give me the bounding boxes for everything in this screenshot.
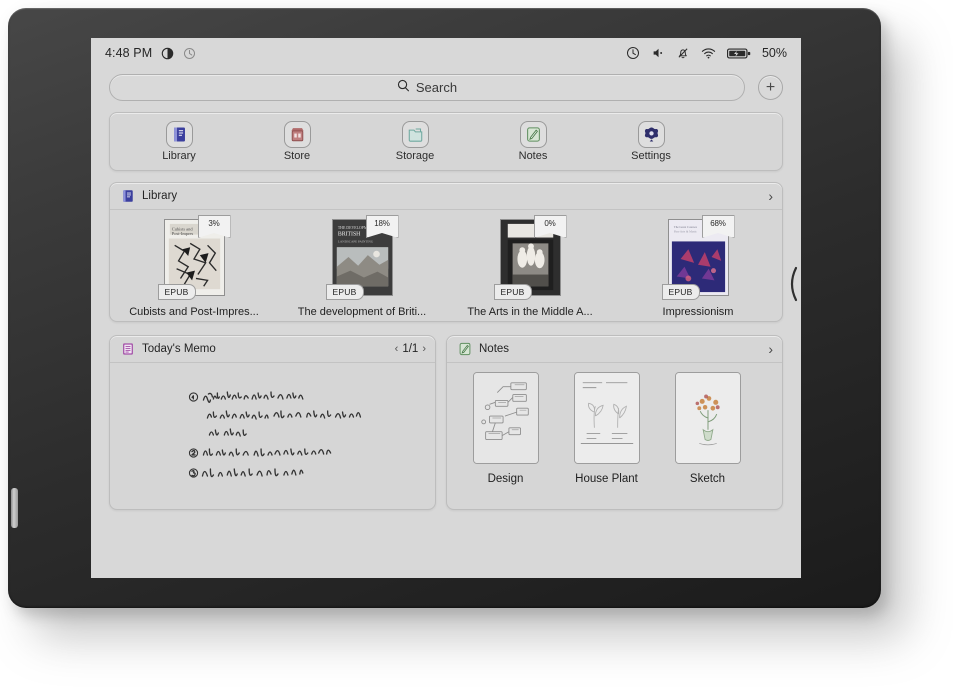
app-shortcut-notes[interactable]: Notes xyxy=(502,121,564,162)
format-badge: EPUB xyxy=(158,284,196,300)
handwritten-memo-strokes xyxy=(122,373,423,500)
memo-section-header: Today's Memo ‹ 1/1 › xyxy=(110,336,435,363)
search-placeholder-label: Search xyxy=(416,80,457,95)
library-section-title: Library xyxy=(142,190,177,202)
screenshot-root: 4:48 PM xyxy=(0,0,953,693)
chevron-right-icon[interactable]: › xyxy=(768,342,773,356)
add-button[interactable]: + xyxy=(758,75,783,100)
app-shortcut-label: Storage xyxy=(396,150,435,162)
store-icon xyxy=(284,121,311,148)
search-input[interactable]: Search xyxy=(109,74,745,101)
book-title: Cubists and Post-Impres... xyxy=(129,306,259,318)
memo-section-title: Today's Memo xyxy=(142,343,216,355)
clock-icon[interactable] xyxy=(626,46,640,60)
app-shortcut-storage[interactable]: Storage xyxy=(384,121,446,162)
status-bar-left: 4:48 PM xyxy=(105,46,196,60)
device-screen: 4:48 PM xyxy=(91,38,801,578)
battery-percent: 50% xyxy=(762,46,787,60)
notes-section-header[interactable]: Notes › xyxy=(447,336,782,363)
pen-icon xyxy=(520,121,547,148)
gear-icon xyxy=(638,121,665,148)
book-item[interactable]: The Great Courses Fine Arts & Music xyxy=(614,219,782,323)
pen-icon xyxy=(457,342,472,357)
note-item[interactable]: Design xyxy=(463,372,548,510)
library-book-shelf: Cubists and Post-Impres xyxy=(110,210,782,323)
app-shortcut-library[interactable]: Library xyxy=(148,121,210,162)
book-icon xyxy=(166,121,193,148)
svg-text:Fine Arts & Music: Fine Arts & Music xyxy=(673,230,697,234)
library-section-header[interactable]: Library › xyxy=(110,183,782,210)
todays-memo-panel: Today's Memo ‹ 1/1 › xyxy=(109,335,436,510)
note-label: Sketch xyxy=(690,473,725,485)
search-row: Search + xyxy=(91,74,801,101)
power-button[interactable] xyxy=(11,488,18,528)
note-thumbnail xyxy=(574,372,640,464)
book-title: Impressionism xyxy=(663,306,734,318)
note-thumbnail xyxy=(473,372,539,464)
chevron-right-icon[interactable]: › xyxy=(768,189,773,203)
memo-page-indicator: 1/1 xyxy=(402,343,418,355)
note-label: House Plant xyxy=(575,473,638,485)
book-item[interactable]: 0% EPUB The Arts in the Middle A... xyxy=(446,219,614,323)
book-item[interactable]: THE DEVELOPMENT OF BRITISH LANDSCAPE PAI… xyxy=(278,219,446,323)
app-shortcut-label: Notes xyxy=(519,150,548,162)
book-title: The development of Briti... xyxy=(298,306,426,318)
format-badge: EPUB xyxy=(326,284,364,300)
status-bar: 4:48 PM xyxy=(91,38,801,68)
notes-thumbnail-row: Design xyxy=(447,363,782,510)
app-shortcut-dock: Library Store xyxy=(109,112,783,171)
battery-charging-icon[interactable] xyxy=(727,47,751,60)
notification-muted-icon[interactable] xyxy=(676,46,690,60)
svg-text:Post-Impres: Post-Impres xyxy=(171,231,193,236)
status-time: 4:48 PM xyxy=(105,46,152,60)
app-shortcut-store[interactable]: Store xyxy=(266,121,328,162)
volume-icon[interactable] xyxy=(651,46,665,60)
book-title: The Arts in the Middle A... xyxy=(467,306,592,318)
note-item[interactable]: Sketch xyxy=(665,372,750,510)
history-icon[interactable] xyxy=(183,47,196,60)
memo-content-area[interactable] xyxy=(110,363,435,510)
app-shortcut-label: Library xyxy=(162,150,196,162)
note-label: Design xyxy=(488,473,524,485)
note-thumbnail xyxy=(675,372,741,464)
app-shortcut-label: Store xyxy=(284,150,310,162)
book-icon xyxy=(120,189,135,204)
format-badge: EPUB xyxy=(662,284,700,300)
wifi-icon[interactable] xyxy=(701,46,716,60)
book-item[interactable]: Cubists and Post-Impres xyxy=(110,219,278,323)
svg-text:LANDSCAPE PAINTING: LANDSCAPE PAINTING xyxy=(337,239,373,243)
svg-text:BRITISH: BRITISH xyxy=(337,232,360,238)
memo-icon xyxy=(120,342,135,357)
app-shortcut-label: Settings xyxy=(631,150,671,162)
notes-panel: Notes › xyxy=(446,335,783,510)
status-bar-right: 50% xyxy=(626,46,787,60)
memo-prev-button[interactable]: ‹ xyxy=(395,343,399,355)
note-item[interactable]: House Plant xyxy=(564,372,649,510)
notes-section-title: Notes xyxy=(479,343,509,355)
folder-icon xyxy=(402,121,429,148)
edge-swipe-handle[interactable] xyxy=(785,266,799,302)
e-reader-device: 4:48 PM xyxy=(8,8,881,608)
format-badge: EPUB xyxy=(494,284,532,300)
memo-next-button[interactable]: › xyxy=(422,343,426,355)
search-icon xyxy=(397,79,410,97)
app-shortcut-settings[interactable]: Settings xyxy=(620,121,682,162)
refresh-mode-icon[interactable] xyxy=(161,47,174,60)
library-panel: Library › Cubists and xyxy=(109,182,783,322)
svg-text:The Great Courses: The Great Courses xyxy=(673,225,697,229)
